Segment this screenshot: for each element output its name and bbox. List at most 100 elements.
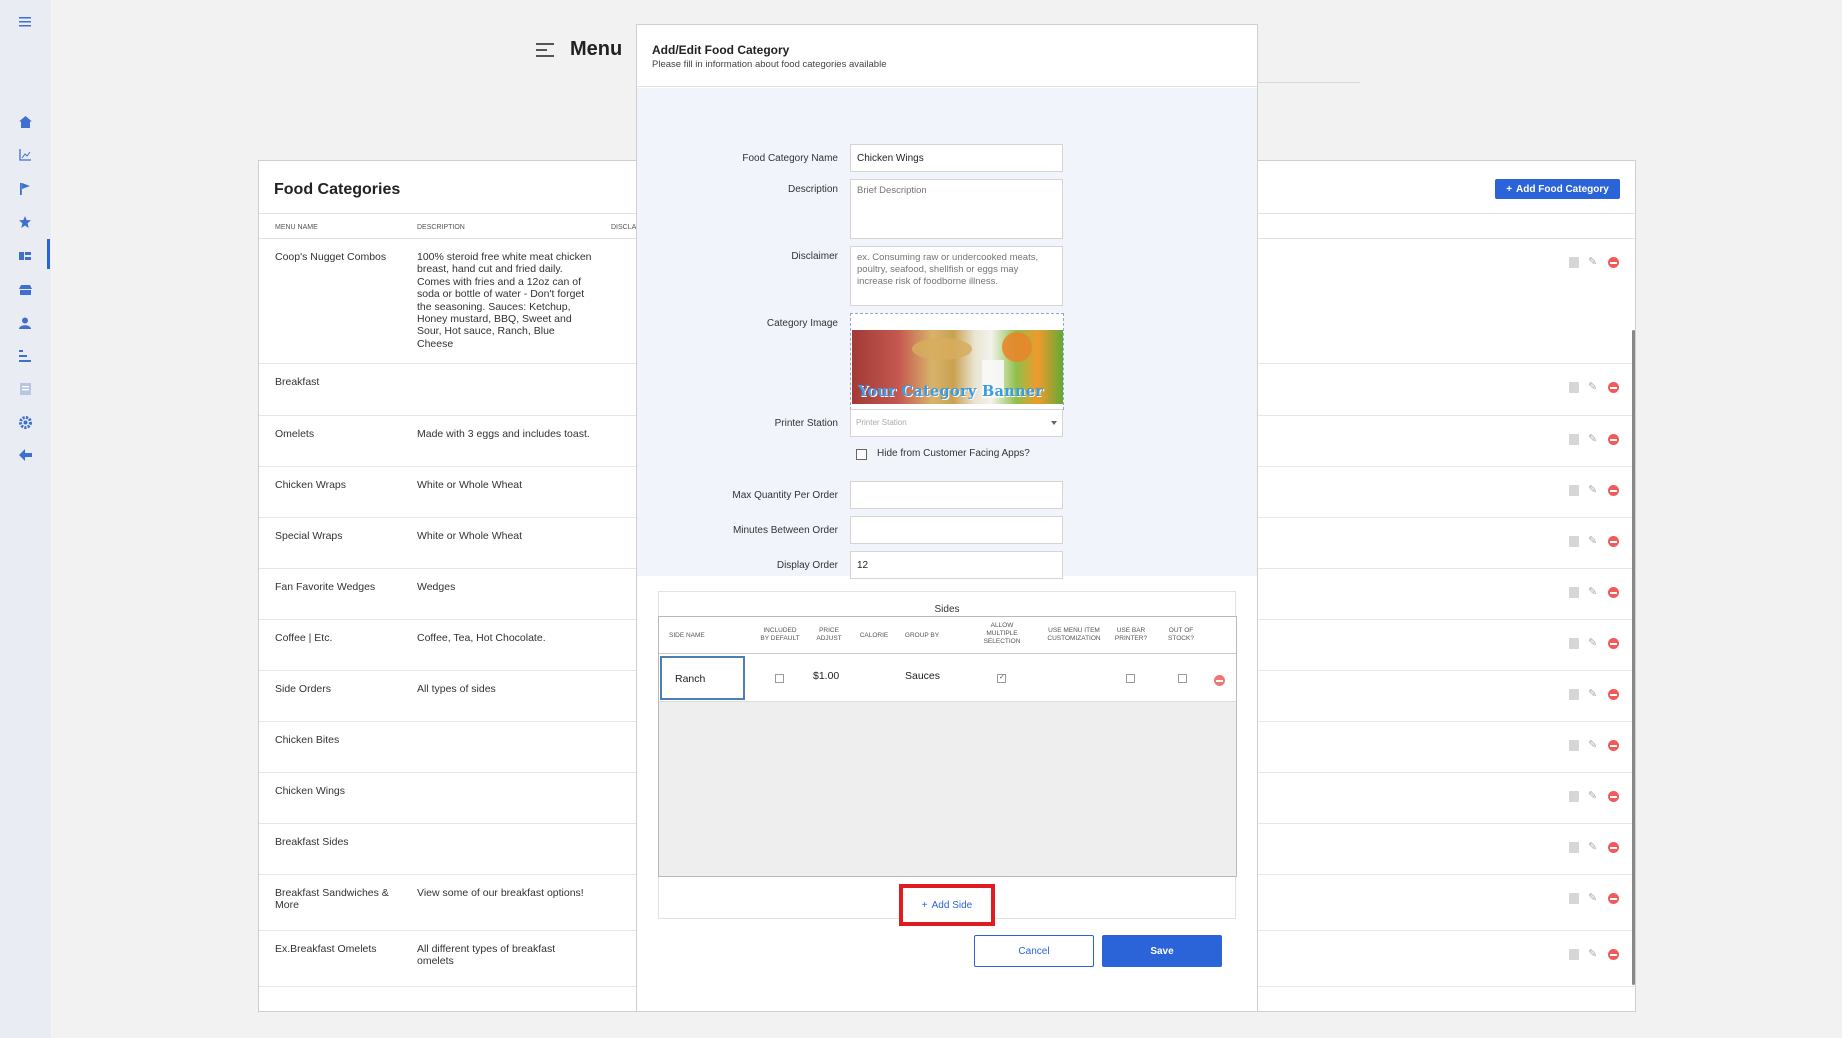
list-icon[interactable] <box>17 248 33 264</box>
trash-icon[interactable] <box>1569 257 1579 268</box>
left-nav-rail <box>0 0 51 1038</box>
max-quantity-input[interactable] <box>850 481 1063 509</box>
price-adjust-cell[interactable]: $1.00 <box>813 670 839 682</box>
home-icon[interactable] <box>17 114 33 130</box>
food-category-name-input[interactable] <box>850 144 1063 172</box>
col-use-bar-printer: USE BAR PRINTER? <box>1114 627 1148 642</box>
row-actions: ✎ <box>1569 740 1619 751</box>
trash-icon[interactable] <box>1569 434 1579 445</box>
pencil-icon[interactable]: ✎ <box>1588 791 1599 802</box>
group-by-cell[interactable]: Sauces <box>905 670 940 682</box>
remove-icon[interactable] <box>1608 434 1619 445</box>
trash-icon[interactable] <box>1569 689 1579 700</box>
pencil-icon[interactable]: ✎ <box>1588 587 1599 598</box>
pencil-icon[interactable]: ✎ <box>1588 689 1599 700</box>
remove-icon[interactable] <box>1608 949 1619 960</box>
disclaimer-input[interactable] <box>850 246 1063 306</box>
pencil-icon[interactable]: ✎ <box>1588 842 1599 853</box>
row-name: Breakfast Sandwiches & More <box>275 887 389 911</box>
col-side-name: SIDE NAME <box>669 632 705 639</box>
add-side-button[interactable]: + Add Side <box>899 884 995 926</box>
remove-icon[interactable] <box>1608 842 1619 853</box>
trash-icon[interactable] <box>1569 382 1579 393</box>
pencil-icon[interactable]: ✎ <box>1588 893 1599 904</box>
cancel-button[interactable]: Cancel <box>974 935 1094 967</box>
row-actions: ✎ <box>1569 587 1619 598</box>
remove-icon[interactable] <box>1608 485 1619 496</box>
display-order-input[interactable] <box>850 551 1063 579</box>
row-name: Fan Favorite Wedges <box>275 581 376 593</box>
pencil-icon[interactable]: ✎ <box>1588 382 1599 393</box>
trash-icon[interactable] <box>1569 587 1579 598</box>
plus-icon: + <box>921 899 928 911</box>
row-name: Chicken Bites <box>275 734 340 746</box>
remove-icon[interactable] <box>1608 689 1619 700</box>
trash-icon[interactable] <box>1569 791 1579 802</box>
star-icon[interactable] <box>17 214 33 230</box>
remove-icon[interactable] <box>1608 536 1619 547</box>
modal-subtitle: Please fill in information about food ca… <box>652 59 887 70</box>
col-allow-multiple: ALLOW MULTIPLE SELECTION <box>983 622 1021 645</box>
minutes-between-input[interactable] <box>850 516 1063 544</box>
pencil-icon[interactable]: ✎ <box>1588 638 1599 649</box>
allow-multiple-checkbox[interactable] <box>997 673 1006 683</box>
save-button[interactable]: Save <box>1102 935 1222 967</box>
page-header: Menu <box>536 38 622 61</box>
row-actions: ✎ <box>1569 893 1619 904</box>
row-name: Chicken Wings <box>275 785 346 797</box>
category-image-upload[interactable]: Your Category Banner <box>850 313 1064 410</box>
pencil-icon[interactable]: ✎ <box>1588 434 1599 445</box>
remove-icon[interactable] <box>1608 740 1619 751</box>
hamburger-icon[interactable] <box>536 42 554 57</box>
included-default-checkbox[interactable] <box>775 674 784 683</box>
user-icon[interactable] <box>17 315 33 331</box>
menu-icon[interactable] <box>17 14 33 30</box>
printer-station-select[interactable]: Printer Station <box>850 409 1063 437</box>
trash-icon[interactable] <box>1569 638 1579 649</box>
add-food-category-button[interactable]: + Add Food Category <box>1495 179 1620 199</box>
side-name-cell[interactable]: Ranch <box>660 656 745 700</box>
trash-icon[interactable] <box>1569 485 1579 496</box>
remove-icon[interactable] <box>1608 382 1619 393</box>
printer-station-label: Printer Station <box>774 418 838 429</box>
remove-icon[interactable] <box>1608 638 1619 649</box>
remove-side-icon[interactable] <box>1214 675 1225 686</box>
flag-icon[interactable] <box>17 181 33 197</box>
store-icon[interactable] <box>17 282 33 298</box>
disclaimer-label: Disclaimer <box>791 251 838 262</box>
trash-icon[interactable] <box>1569 949 1579 960</box>
trash-icon[interactable] <box>1569 842 1579 853</box>
row-actions: ✎ <box>1569 485 1619 496</box>
trash-icon[interactable] <box>1569 740 1579 751</box>
pencil-icon[interactable]: ✎ <box>1588 485 1599 496</box>
trash-icon[interactable] <box>1569 536 1579 547</box>
hide-from-apps-checkbox[interactable] <box>856 449 867 460</box>
description-input[interactable] <box>850 179 1063 239</box>
hide-from-apps-label: Hide from Customer Facing Apps? <box>877 448 1030 459</box>
row-description: 100% steroid free white meat chicken bre… <box>417 251 592 350</box>
row-description: Coffee, Tea, Hot Chocolate. <box>417 632 546 644</box>
remove-icon[interactable] <box>1608 893 1619 904</box>
trash-icon[interactable] <box>1569 893 1579 904</box>
report-icon[interactable] <box>17 381 33 397</box>
printer-station-placeholder: Printer Station <box>856 418 907 427</box>
out-of-stock-checkbox[interactable] <box>1178 674 1187 683</box>
back-arrow-icon[interactable] <box>17 447 33 463</box>
remove-icon[interactable] <box>1608 257 1619 268</box>
pencil-icon[interactable]: ✎ <box>1588 740 1599 751</box>
use-bar-printer-checkbox[interactable] <box>1126 674 1135 683</box>
scrollbar[interactable] <box>1632 330 1635 985</box>
remove-icon[interactable] <box>1608 791 1619 802</box>
row-description: Made with 3 eggs and includes toast. <box>417 428 590 440</box>
pencil-icon[interactable]: ✎ <box>1588 949 1599 960</box>
sort-icon[interactable] <box>17 348 33 364</box>
col-menu-name: MENU NAME <box>275 224 318 231</box>
row-description: Wedges <box>417 581 456 593</box>
add-edit-food-category-modal: Add/Edit Food Category Please fill in in… <box>636 24 1258 1012</box>
pencil-icon[interactable]: ✎ <box>1588 257 1599 268</box>
chart-icon[interactable] <box>17 147 33 163</box>
pencil-icon[interactable]: ✎ <box>1588 536 1599 547</box>
remove-icon[interactable] <box>1608 587 1619 598</box>
settings-icon[interactable] <box>17 414 33 430</box>
side-row[interactable]: Ranch $1.00 Sauces <box>659 654 1236 702</box>
